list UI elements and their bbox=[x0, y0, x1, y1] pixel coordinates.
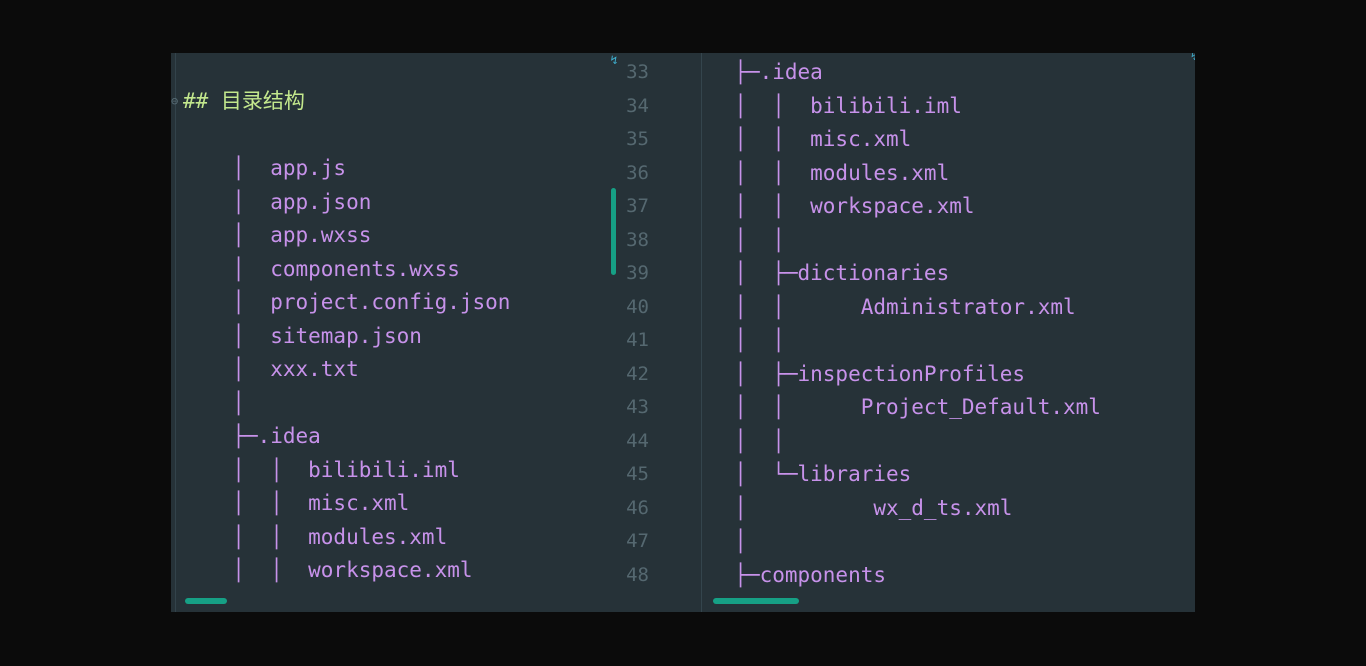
right-horizontal-scrollbar[interactable] bbox=[713, 598, 799, 604]
soft-wrap-icon: ↯ bbox=[610, 53, 618, 67]
left-code-line: │ components.wxss bbox=[207, 256, 460, 281]
left-code-line: │ bbox=[207, 390, 245, 415]
right-editor-pane[interactable]: 33 34 35 36 37 38 39 40 41 42 43 44 45 46 47 48 ├─.idea… bbox=[619, 53, 1195, 612]
right-code-line: │ │ bbox=[709, 227, 785, 252]
line-number: 47 bbox=[626, 530, 649, 552]
left-code-line: │ sitemap.json bbox=[207, 323, 422, 348]
left-code-line: │ │ modules.xml bbox=[207, 524, 448, 549]
right-code-line: │ ├─inspectionProfiles bbox=[709, 361, 1026, 386]
right-code-line: │ │ bilibili.iml bbox=[709, 93, 962, 118]
line-number: 38 bbox=[626, 228, 649, 251]
line-number: 33 bbox=[626, 61, 649, 83]
left-code-line: │ │ workspace.xml bbox=[207, 558, 473, 582]
line-number: 42 bbox=[626, 362, 649, 385]
left-code-line: │ │ bilibili.iml bbox=[207, 457, 460, 482]
left-editor-pane[interactable]: ⊖ ↯ ## 目录结构 │ app.js │ app.json │ app.wx… bbox=[171, 53, 619, 612]
right-code-line: │ │ bbox=[709, 328, 785, 352]
left-code-line: ├─.idea bbox=[207, 424, 321, 448]
right-code-line: ├─components bbox=[709, 562, 887, 587]
line-number: 45 bbox=[626, 463, 649, 485]
right-code-line: │ ├─dictionaries bbox=[709, 261, 950, 285]
right-code-line: │ wx_d_ts.xml bbox=[709, 495, 1013, 520]
left-code-line: │ xxx.txt bbox=[207, 357, 359, 381]
left-code-line: │ app.js bbox=[207, 156, 347, 180]
soft-wrap-icon-right: ↯ bbox=[1191, 53, 1195, 63]
right-code-line: │ │ bbox=[709, 428, 785, 453]
line-number: 44 bbox=[626, 429, 649, 452]
right-code-line: │ │ workspace.xml bbox=[709, 194, 975, 218]
line-number: 39 bbox=[626, 262, 649, 284]
line-number: 36 bbox=[626, 161, 649, 184]
markdown-heading: ## 目录结构 bbox=[183, 89, 305, 113]
line-number: 46 bbox=[626, 496, 649, 519]
line-number: 34 bbox=[626, 94, 649, 117]
right-code-line: │ └─libraries bbox=[709, 462, 912, 486]
right-code-line: │ bbox=[709, 529, 747, 553]
right-code-line: │ │ modules.xml bbox=[709, 160, 950, 185]
left-code-line: │ app.wxss bbox=[207, 223, 372, 247]
line-number-gutter: 33 34 35 36 37 38 39 40 41 42 43 44 45 46 47 48 bbox=[619, 53, 702, 612]
left-code-line: │ project.config.json bbox=[207, 290, 511, 314]
right-code-line: │ │ misc.xml bbox=[709, 127, 912, 151]
left-code-line: │ │ misc.xml bbox=[207, 491, 410, 515]
right-code-line: │ │ Project_Default.xml bbox=[709, 395, 1101, 419]
line-number: 40 bbox=[626, 295, 649, 318]
left-code-line: │ app.json bbox=[207, 189, 372, 214]
line-number: 41 bbox=[626, 329, 649, 351]
editor-window: ⊖ ↯ ## 目录结构 │ app.js │ app.json │ app.wx… bbox=[171, 53, 1195, 612]
fold-marker-icon[interactable]: ⊖ bbox=[171, 94, 179, 108]
right-code-line: ├─.idea bbox=[709, 60, 823, 84]
left-horizontal-scrollbar[interactable] bbox=[185, 598, 227, 604]
line-number: 48 bbox=[626, 563, 649, 586]
right-code-line: │ │ Administrator.xml bbox=[709, 294, 1076, 319]
line-number: 35 bbox=[626, 128, 649, 150]
left-gutter bbox=[171, 53, 176, 612]
left-vertical-scrollbar[interactable] bbox=[611, 188, 616, 275]
line-number: 37 bbox=[626, 195, 649, 217]
line-number: 43 bbox=[626, 396, 649, 418]
